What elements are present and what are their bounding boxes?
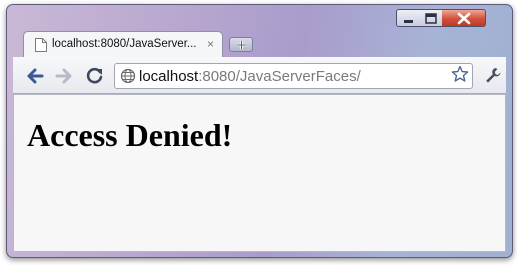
close-window-button[interactable] (442, 9, 486, 27)
browser-window: localhost:8080/JavaServer... × localhost… (6, 4, 513, 258)
url-host: localhost (139, 68, 199, 85)
tab-close-icon[interactable]: × (207, 37, 214, 51)
maximize-button[interactable] (419, 9, 443, 27)
new-tab-button[interactable] (229, 37, 253, 52)
address-bar[interactable]: localhost:8080/JavaServerFaces/ (114, 63, 473, 89)
back-button[interactable] (25, 66, 45, 86)
reload-button[interactable] (85, 66, 105, 86)
page-content: Access Denied! (13, 94, 506, 252)
url-text: localhost:8080/JavaServerFaces/ (139, 68, 361, 85)
back-arrow-icon (27, 68, 44, 84)
minimize-icon (404, 20, 413, 23)
globe-icon (120, 68, 136, 84)
forward-button[interactable] (54, 66, 74, 86)
url-path: :8080/JavaServerFaces/ (198, 68, 361, 85)
close-icon (457, 12, 471, 25)
maximize-icon (425, 13, 437, 24)
reload-icon (86, 67, 103, 84)
tab-title: localhost:8080/JavaServer... (52, 38, 197, 50)
plus-icon (237, 41, 246, 49)
page-heading: Access Denied! (27, 117, 233, 153)
browser-tab[interactable]: localhost:8080/JavaServer... × (23, 31, 223, 57)
star-icon[interactable] (451, 65, 469, 83)
forward-arrow-icon (55, 68, 72, 84)
wrench-icon[interactable] (484, 66, 502, 84)
browser-toolbar: localhost:8080/JavaServerFaces/ (13, 57, 506, 94)
minimize-button[interactable] (396, 9, 420, 27)
page-icon (35, 38, 47, 52)
